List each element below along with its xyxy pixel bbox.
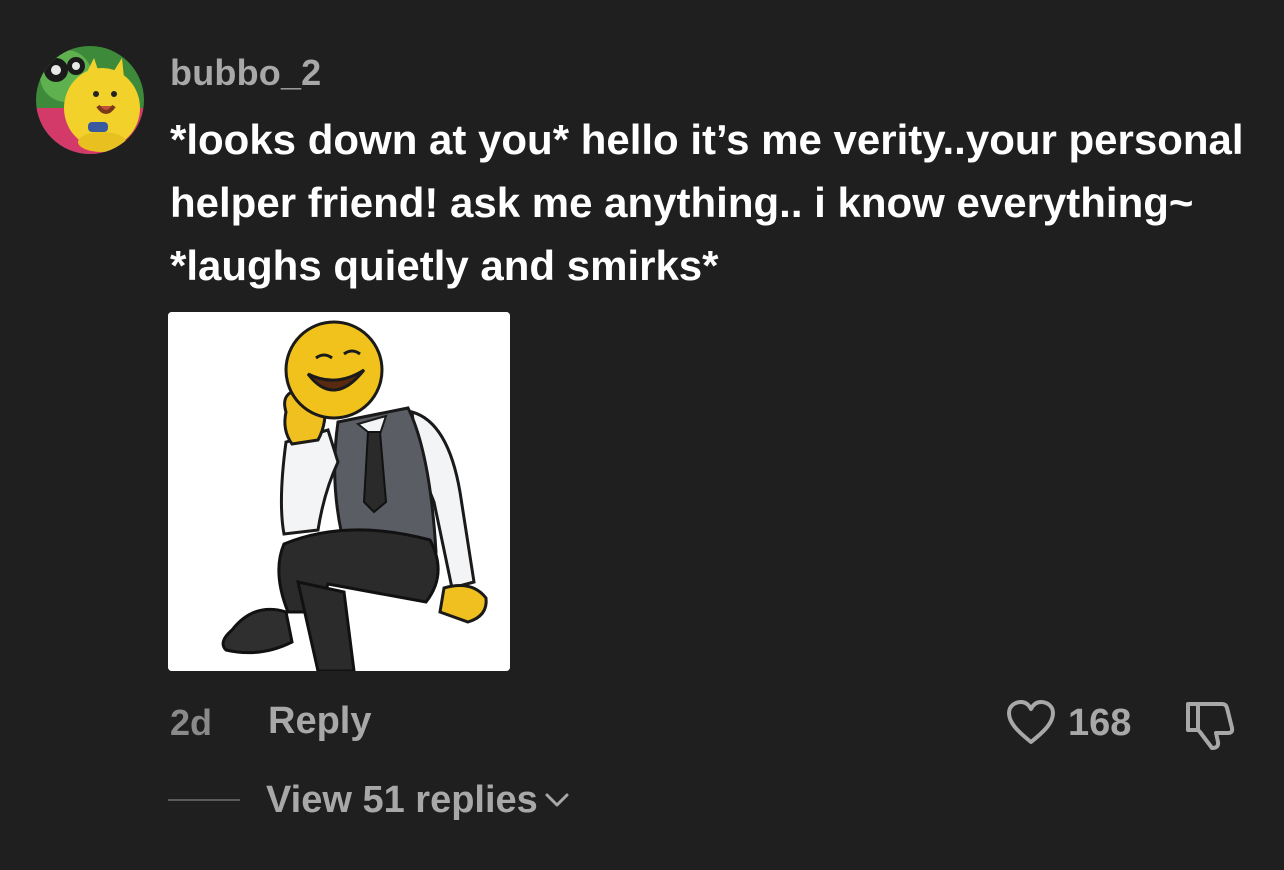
comment-actions-row: 2d Reply 168: [170, 698, 1250, 750]
view-replies-label: View 51 replies: [266, 778, 538, 821]
timestamp: 2d: [170, 702, 213, 743]
view-replies-button[interactable]: View 51 replies: [266, 779, 570, 822]
yellow-cat-avatar-icon: [36, 46, 144, 154]
chevron-down-icon: [545, 793, 569, 807]
heart-outline-icon: [1007, 700, 1055, 744]
replies-divider: [168, 799, 240, 801]
comment-attached-image[interactable]: [168, 312, 510, 671]
view-replies-row: View 51 replies: [168, 776, 570, 824]
comment-item: bubbo_2 *looks down at you* hello it’s m…: [0, 0, 1284, 870]
thumbs-down-outline-icon: [1186, 702, 1235, 750]
user-avatar[interactable]: [36, 46, 144, 154]
like-button[interactable]: 168: [1006, 698, 1131, 748]
comment-text: *looks down at you* hello it’s me verity…: [170, 116, 1244, 289]
reply-button[interactable]: Reply: [268, 700, 371, 743]
like-count: 168: [1068, 701, 1132, 744]
emoji-man-drawing-icon: [168, 312, 510, 671]
dislike-button[interactable]: [1184, 700, 1238, 755]
username[interactable]: bubbo_2: [170, 52, 321, 94]
